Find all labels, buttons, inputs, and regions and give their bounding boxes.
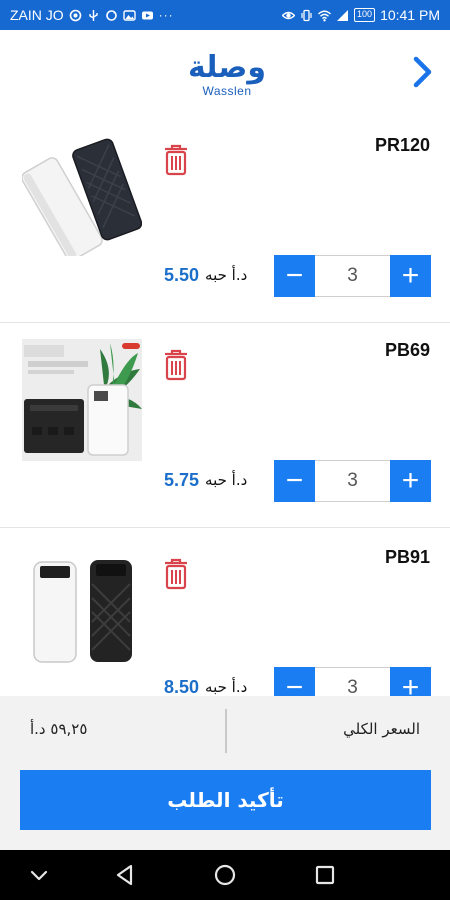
battery-icon: 100: [354, 8, 376, 22]
trash-icon[interactable]: [163, 558, 189, 590]
increase-quantity-button[interactable]: +: [390, 667, 431, 696]
product-image: [22, 339, 142, 461]
recents-square-icon[interactable]: [312, 862, 338, 888]
increase-quantity-button[interactable]: +: [390, 255, 431, 297]
total-label: السعر الكلي: [343, 720, 420, 738]
vibrate-icon: [300, 9, 313, 22]
cart-item: PB69 5.75 د.أ حبه − 3 +: [0, 323, 450, 528]
wifi-icon: [318, 9, 332, 22]
image-icon: [122, 9, 136, 22]
usb-icon: [87, 9, 100, 22]
price-currency: د.أ حبه: [205, 471, 248, 489]
product-image: [22, 134, 142, 256]
price-value: 8.50: [164, 676, 200, 697]
status-left: ZAIN JO ···: [10, 7, 174, 23]
product-name: PB91: [384, 547, 430, 567]
price-currency: د.أ حبه: [205, 678, 248, 696]
video-icon: [141, 9, 154, 22]
app-logo: وصلة Wasslen: [185, 50, 269, 98]
status-right: 100 10:41 PM: [282, 7, 440, 23]
trash-icon[interactable]: [163, 144, 189, 176]
total-divider: [225, 709, 227, 753]
logo-arabic-text: وصلة: [187, 50, 267, 85]
carrier-name: ZAIN JO: [10, 7, 64, 23]
logo-english-text: Wasslen: [202, 84, 252, 98]
quantity-input[interactable]: 3: [315, 667, 390, 696]
status-bar: ZAIN JO ··· 100 10:41 PM: [0, 0, 450, 30]
product-price: 5.75 د.أ حبه: [164, 468, 264, 492]
home-circle-icon[interactable]: [212, 862, 238, 888]
eye-icon: [282, 9, 296, 22]
decrease-quantity-button[interactable]: −: [274, 667, 315, 696]
product-price: 5.50 د.أ حبه: [164, 263, 264, 287]
app-header: وصلة Wasslen: [0, 30, 450, 118]
confirm-area: تأكيد الطلب: [0, 766, 450, 850]
sync-icon: [105, 9, 118, 22]
notification-icon: [69, 9, 82, 22]
chevron-right-icon[interactable]: [410, 54, 436, 90]
quantity-input[interactable]: 3: [315, 255, 390, 297]
price-value: 5.75: [164, 469, 200, 490]
product-price: 8.50 د.أ حبه: [164, 675, 264, 697]
product-image: [22, 546, 142, 668]
chevron-down-icon[interactable]: [26, 862, 52, 888]
product-name: PB69: [384, 340, 430, 360]
more-notifications-icon: ···: [158, 8, 174, 22]
cart-item: PB91 8.50 د.أ حبه − 3 +: [0, 528, 450, 696]
total-row: ٥٩,٢٥ د.أ السعر الكلي: [0, 696, 450, 766]
trash-icon[interactable]: [163, 349, 189, 381]
decrease-quantity-button[interactable]: −: [274, 255, 315, 297]
increase-quantity-button[interactable]: +: [390, 460, 431, 502]
quantity-stepper[interactable]: − 3 +: [274, 255, 431, 297]
cart-item: PR120 5.50 د.أ حبه − 3 +: [0, 118, 450, 323]
clock: 10:41 PM: [380, 7, 440, 23]
signal-icon: [336, 9, 349, 22]
product-name: PR120: [374, 135, 430, 155]
confirm-order-button[interactable]: تأكيد الطلب: [20, 770, 431, 830]
quantity-stepper[interactable]: − 3 +: [274, 667, 431, 696]
quantity-stepper[interactable]: − 3 +: [274, 460, 431, 502]
price-value: 5.50: [164, 264, 200, 285]
system-nav-bar: [0, 850, 450, 900]
quantity-input[interactable]: 3: [315, 460, 390, 502]
total-amount: ٥٩,٢٥ د.أ: [30, 720, 88, 738]
price-currency: د.أ حبه: [205, 266, 248, 284]
decrease-quantity-button[interactable]: −: [274, 460, 315, 502]
cart-list[interactable]: PR120 5.50 د.أ حبه − 3 + PB69 5.75 د.أ ح…: [0, 118, 450, 696]
back-triangle-icon[interactable]: [112, 862, 138, 888]
